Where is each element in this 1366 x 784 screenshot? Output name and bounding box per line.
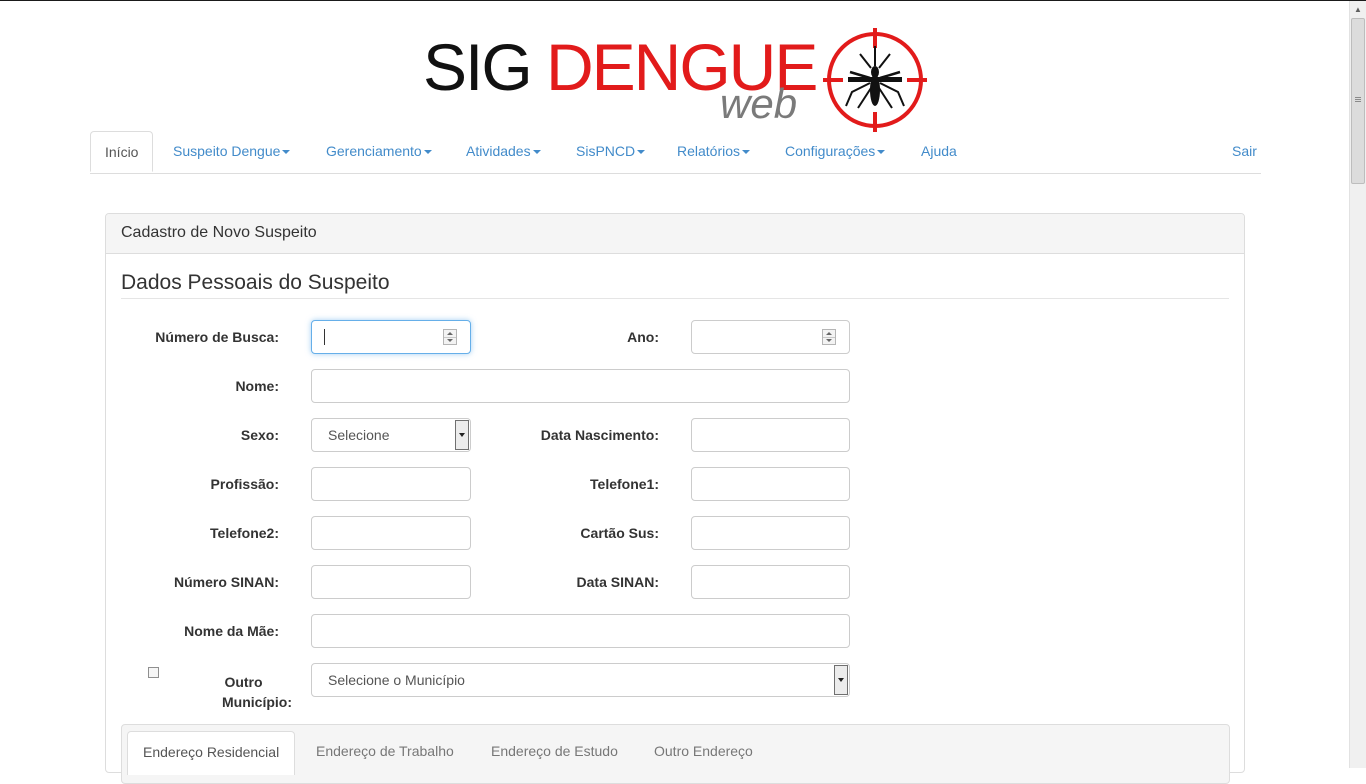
- scroll-up-icon[interactable]: ▲: [1350, 1, 1366, 18]
- nav-inicio[interactable]: Início: [90, 131, 154, 172]
- data-sinan-label: Data SINAN:: [576, 574, 659, 590]
- numero-busca-input[interactable]: [311, 320, 471, 354]
- nav-configuracoes[interactable]: Configurações: [785, 131, 886, 172]
- nav-gerenciamento[interactable]: Gerenciamento: [326, 131, 432, 172]
- chevron-down-icon[interactable]: [834, 665, 848, 695]
- numero-busca-label: Número de Busca:: [155, 329, 279, 345]
- chevron-down-icon[interactable]: [455, 420, 469, 450]
- profissao-input[interactable]: [311, 467, 471, 501]
- telefone2-input[interactable]: [311, 516, 471, 550]
- main-navbar: Início Suspeito Dengue Gerenciamento Ati…: [90, 131, 1261, 174]
- nome-input[interactable]: [311, 369, 850, 403]
- tab-endereco-residencial[interactable]: Endereço Residencial: [127, 731, 296, 775]
- tab-endereco-trabalho-label: Endereço de Trabalho: [316, 743, 454, 759]
- nav-suspeito-dengue-label: Suspeito Dengue: [173, 143, 281, 159]
- caret-down-icon: [877, 150, 886, 155]
- window-top-border: [0, 0, 1366, 1]
- data-nascimento-label: Data Nascimento:: [540, 427, 659, 443]
- section-title: Dados Pessoais do Suspeito: [121, 271, 390, 294]
- nome-mae-label: Nome da Mãe:: [184, 623, 279, 639]
- cartao-sus-input[interactable]: [691, 516, 850, 550]
- numero-sinan-label: Número SINAN:: [173, 574, 279, 590]
- telefone1-label: Telefone1:: [590, 476, 659, 492]
- tab-endereco-estudo-label: Endereço de Estudo: [491, 743, 618, 759]
- mosquito-crosshair-icon: [823, 28, 927, 132]
- nav-gerenciamento-label: Gerenciamento: [326, 143, 422, 159]
- scrollbar-thumb[interactable]: [1351, 18, 1365, 184]
- nav-sispncd-label: SisPNCD: [576, 143, 636, 159]
- profissao-label: Profissão:: [210, 476, 279, 492]
- data-nascimento-input[interactable]: [691, 418, 850, 452]
- address-tabs: Endereço Residencial Endereço de Trabalh…: [121, 724, 1230, 784]
- nav-sair[interactable]: Sair: [1232, 131, 1257, 172]
- cadastro-panel: Cadastro de Novo Suspeito Dados Pessoais…: [105, 213, 1245, 784]
- tab-outro-endereco-label: Outro Endereço: [654, 743, 753, 759]
- logo-text-sig: SIG: [423, 30, 533, 104]
- panel-heading: Cadastro de Novo Suspeito: [106, 214, 1244, 254]
- caret-down-icon: [282, 150, 291, 155]
- text-cursor: [324, 329, 325, 345]
- caret-down-icon: [423, 150, 432, 155]
- cartao-sus-label: Cartão Sus:: [580, 525, 659, 541]
- outro-municipio-checkbox[interactable]: [148, 667, 159, 678]
- nome-mae-input[interactable]: [311, 614, 850, 648]
- nav-inicio-label: Início: [105, 144, 139, 160]
- sexo-select[interactable]: Selecione: [311, 418, 471, 452]
- nav-configuracoes-label: Configurações: [785, 143, 876, 159]
- numero-sinan-input[interactable]: [311, 565, 471, 599]
- page-scrollbar[interactable]: ▲: [1349, 1, 1366, 768]
- outro-municipio-label: Outro Município:: [206, 672, 292, 712]
- nav-ajuda-label: Ajuda: [921, 143, 957, 159]
- nav-atividades[interactable]: Atividades: [466, 131, 541, 172]
- municipio-selected-value: Selecione o Município: [328, 672, 465, 688]
- sexo-label: Sexo:: [240, 427, 279, 443]
- outro-municipio-label-line1: Outro: [224, 674, 263, 690]
- nav-atividades-label: Atividades: [466, 143, 531, 159]
- caret-down-icon: [637, 150, 646, 155]
- tab-outro-endereco[interactable]: Outro Endereço: [654, 731, 753, 775]
- nav-sispncd[interactable]: SisPNCD: [576, 131, 646, 172]
- tab-endereco-estudo[interactable]: Endereço de Estudo: [491, 731, 618, 775]
- municipio-select[interactable]: Selecione o Município: [311, 663, 850, 697]
- tab-endereco-residencial-label: Endereço Residencial: [143, 744, 280, 760]
- caret-down-icon: [742, 150, 751, 155]
- nome-label: Nome:: [235, 378, 279, 394]
- nav-suspeito-dengue[interactable]: Suspeito Dengue: [173, 131, 291, 172]
- telefone1-input[interactable]: [691, 467, 850, 501]
- logo-text-web: web: [720, 80, 798, 127]
- nav-relatorios[interactable]: Relatórios: [677, 131, 751, 172]
- data-sinan-input[interactable]: [691, 565, 850, 599]
- sexo-selected-value: Selecione: [328, 427, 390, 443]
- nav-ajuda[interactable]: Ajuda: [921, 131, 957, 172]
- section-divider: [121, 298, 1229, 299]
- number-spinner[interactable]: [822, 329, 836, 345]
- outro-municipio-label-line2: Município:: [222, 694, 292, 710]
- ano-input[interactable]: [691, 320, 850, 354]
- caret-down-icon: [532, 150, 541, 155]
- telefone2-label: Telefone2:: [210, 525, 279, 541]
- nav-relatorios-label: Relatórios: [677, 143, 741, 159]
- ano-label: Ano:: [627, 329, 659, 345]
- number-spinner[interactable]: [443, 329, 457, 345]
- tab-endereco-trabalho[interactable]: Endereço de Trabalho: [316, 731, 454, 775]
- sigdengue-logo: SIG DENGUE web: [420, 28, 930, 133]
- nav-sair-label: Sair: [1232, 143, 1257, 159]
